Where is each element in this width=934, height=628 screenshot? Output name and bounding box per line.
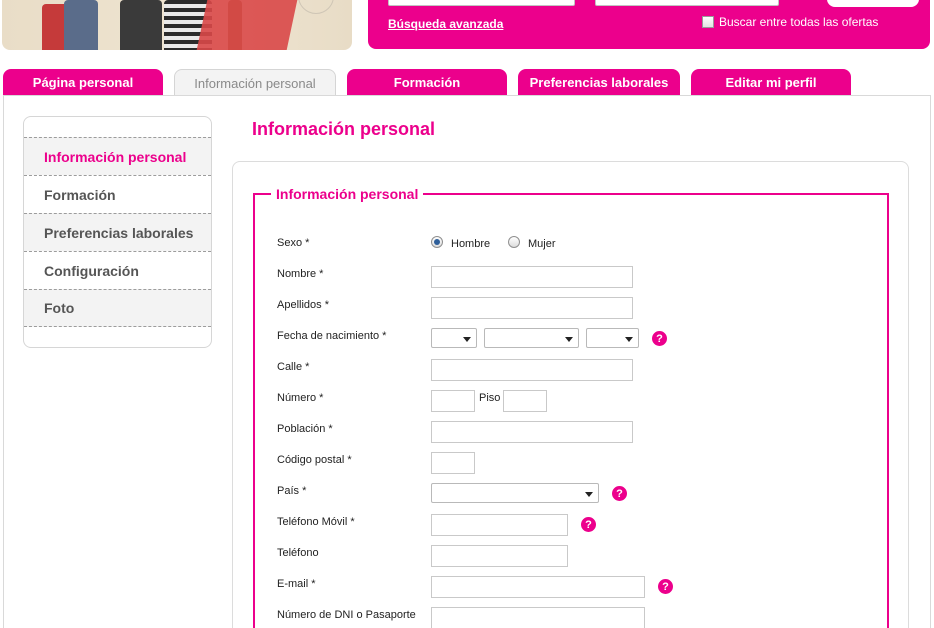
sexo-label: Sexo * — [277, 237, 310, 249]
banner-person — [120, 0, 162, 50]
help-icon[interactable]: ? — [652, 331, 667, 346]
help-icon[interactable]: ? — [612, 486, 627, 501]
tab-informacion-personal[interactable]: Información personal — [174, 69, 336, 97]
fecha-nacimiento-label: Fecha de nacimiento * — [277, 330, 387, 342]
calle-label: Calle * — [277, 361, 310, 373]
personal-info-fieldset: Información personal — [253, 186, 889, 628]
telefono-label: Teléfono — [277, 547, 319, 559]
poblacion-label: Población * — [277, 423, 333, 435]
header-banner-image — [2, 0, 352, 50]
banner-flag — [196, 0, 298, 50]
all-offers-option[interactable]: Buscar entre todas las ofertas — [702, 15, 878, 29]
tab-preferencias-laborales[interactable]: Preferencias laborales — [518, 69, 680, 96]
sidebar-item-formacion[interactable]: Formación — [24, 175, 211, 213]
help-icon[interactable]: ? — [581, 517, 596, 532]
telefono-movil-label: Teléfono Móvil * — [277, 516, 355, 528]
hombre-label: Hombre — [451, 238, 491, 250]
birth-day-select[interactable] — [431, 328, 477, 348]
mujer-radio[interactable] — [508, 236, 520, 248]
search-button[interactable] — [827, 0, 919, 7]
codigo-postal-input[interactable] — [431, 452, 475, 474]
keyword-search-input[interactable] — [388, 0, 575, 6]
advanced-search-link[interactable]: Búsqueda avanzada — [388, 17, 503, 31]
fieldset-legend: Información personal — [276, 186, 419, 202]
nombre-label: Nombre * — [277, 268, 324, 280]
numero-input[interactable] — [431, 390, 475, 412]
birth-year-select[interactable] — [586, 328, 639, 348]
all-offers-label: Buscar entre todas las ofertas — [719, 15, 879, 29]
mujer-label: Mujer — [528, 238, 556, 250]
apellidos-input[interactable] — [431, 297, 633, 319]
pais-label: País * — [277, 485, 307, 497]
tab-formacion[interactable]: Formación — [347, 69, 507, 96]
nombre-input[interactable] — [431, 266, 633, 288]
sidebar-item-preferencias-laborales[interactable]: Preferencias laborales — [24, 213, 211, 251]
page-title: Información personal — [252, 119, 436, 139]
birth-month-select[interactable] — [484, 328, 579, 348]
banner-person — [64, 0, 98, 50]
codigo-postal-label: Código postal * — [277, 454, 352, 466]
numero-label: Número * — [277, 392, 324, 404]
main-tabs: Página personal Información personal For… — [3, 69, 934, 97]
all-offers-checkbox[interactable] — [702, 16, 714, 28]
sidebar-item-configuracion[interactable]: Configuración — [24, 251, 211, 289]
pais-select[interactable] — [431, 483, 599, 503]
location-search-input[interactable] — [595, 0, 779, 6]
profile-sidebar: Información personal Formación Preferenc… — [23, 116, 212, 348]
apellidos-label: Apellidos * — [277, 299, 329, 311]
sidebar-item-foto[interactable]: Foto — [24, 289, 211, 327]
calle-input[interactable] — [431, 359, 633, 381]
help-icon[interactable]: ? — [658, 579, 673, 594]
search-panel: Búsqueda avanzada Buscar entre todas las… — [368, 0, 930, 49]
dni-label: Número de DNI o Pasaporte — [277, 609, 416, 621]
piso-label: Piso — [479, 392, 501, 404]
telefono-movil-input[interactable] — [431, 514, 568, 536]
hombre-radio[interactable] — [431, 236, 443, 248]
tab-pagina-personal[interactable]: Página personal — [3, 69, 163, 96]
sidebar-item-informacion-personal[interactable]: Información personal — [24, 137, 211, 175]
tab-editar-mi-perfil[interactable]: Editar mi perfil — [691, 69, 851, 96]
poblacion-input[interactable] — [431, 421, 633, 443]
telefono-input[interactable] — [431, 545, 568, 567]
banner-circle — [298, 0, 334, 14]
email-label: E-mail * — [277, 578, 316, 590]
email-input[interactable] — [431, 576, 645, 598]
dni-input[interactable] — [431, 607, 645, 628]
piso-input[interactable] — [503, 390, 547, 412]
